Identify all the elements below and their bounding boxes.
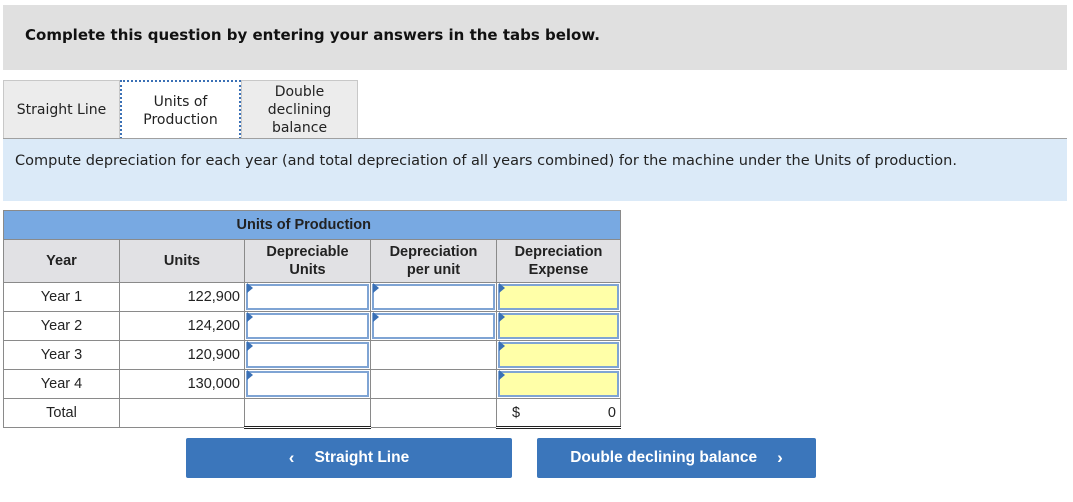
tab-label: Units of Production — [143, 93, 218, 128]
depreciation-expense-cell — [496, 282, 621, 312]
tab-label: Straight Line — [16, 102, 107, 118]
currency-symbol: $ — [512, 405, 521, 421]
depreciation-per-unit-empty-cell — [370, 369, 497, 399]
depreciable-units-cell — [244, 340, 371, 370]
depreciable-units-input[interactable] — [246, 313, 369, 339]
table-row: Year 2 124,200 — [3, 311, 621, 341]
tab-straight-line[interactable]: Straight Line — [3, 80, 120, 139]
depreciation-expense-cell — [496, 340, 621, 370]
depreciation-per-unit-input[interactable] — [372, 284, 495, 310]
depreciation-expense-input[interactable] — [498, 342, 619, 368]
table-row: Year 1 122,900 — [3, 282, 621, 312]
table-row: Year 4 130,000 — [3, 369, 621, 399]
chevron-left-icon: ‹ — [288, 448, 295, 467]
total-row: Total $ 0 — [3, 398, 621, 429]
depreciation-expense-input[interactable] — [498, 284, 619, 310]
prev-tab-button[interactable]: ‹ Straight Line — [186, 438, 512, 478]
total-units-empty — [119, 398, 245, 428]
total-depreciable-units — [244, 398, 371, 429]
depreciable-units-input[interactable] — [246, 284, 369, 310]
depreciation-expense-input[interactable] — [498, 313, 619, 339]
col-header-year: Year — [3, 239, 120, 283]
instructions-text: Compute depreciation for each year (and … — [15, 153, 957, 169]
units-value: 122,900 — [119, 282, 245, 312]
units-value: 120,900 — [119, 340, 245, 370]
chevron-right-icon: › — [777, 448, 783, 467]
depreciation-per-unit-cell — [370, 311, 497, 341]
depreciation-expense-cell — [496, 369, 621, 399]
depreciable-units-cell — [244, 369, 371, 399]
year-label: Year 1 — [3, 282, 120, 312]
depreciation-per-unit-empty-cell — [370, 340, 497, 370]
next-button-label: Double declining balance — [570, 449, 758, 466]
depreciation-expense-input[interactable] — [498, 371, 619, 397]
group-header: Units of Production — [237, 210, 621, 240]
instructions-panel: Compute depreciation for each year (and … — [3, 139, 1067, 201]
depreciable-units-cell — [244, 282, 371, 312]
col-header-label: Depreciation Expense — [514, 244, 603, 278]
tab-units-of-production[interactable]: Units of Production — [120, 80, 241, 139]
year-label: Year 2 — [3, 311, 120, 341]
depreciable-units-input[interactable] — [246, 342, 369, 368]
banner-text: Complete this question by entering your … — [25, 26, 600, 44]
year-label: Year 3 — [3, 340, 120, 370]
total-label: Total — [3, 398, 120, 428]
depreciable-units-cell — [244, 311, 371, 341]
col-header-depreciation-expense: Depreciation Expense — [496, 239, 621, 283]
units-value: 124,200 — [119, 311, 245, 341]
depreciation-per-unit-input[interactable] — [372, 313, 495, 339]
tab-label: Double declining balance — [267, 84, 332, 136]
col-header-depreciable-units: Depreciable Units — [244, 239, 371, 283]
depreciable-units-input[interactable] — [246, 371, 369, 397]
table-row: Year 3 120,900 — [3, 340, 621, 370]
group-header-spacer — [3, 210, 245, 240]
depreciation-per-unit-cell — [370, 282, 497, 312]
col-header-units: Units — [119, 239, 245, 283]
prev-button-label: Straight Line — [314, 449, 410, 466]
total-per-unit-empty — [370, 398, 497, 428]
next-tab-button[interactable]: Double declining balance › — [537, 438, 816, 478]
col-header-depreciation-per-unit: Depreciation per unit — [370, 239, 497, 283]
total-depreciation-expense: $ 0 — [496, 398, 621, 429]
total-expense-value: 0 — [607, 405, 616, 421]
instruction-banner: Complete this question by entering your … — [3, 5, 1067, 70]
units-of-production-table: Units of Production Year Units Depreciab… — [3, 210, 621, 429]
group-header-label: Units of Production — [236, 217, 372, 233]
year-label: Year 4 — [3, 369, 120, 399]
col-header-label: Depreciation per unit — [389, 244, 478, 278]
depreciation-expense-cell — [496, 311, 621, 341]
tab-double-declining-balance[interactable]: Double declining balance — [241, 80, 358, 139]
units-value: 130,000 — [119, 369, 245, 399]
col-header-label: Depreciable Units — [266, 244, 349, 278]
